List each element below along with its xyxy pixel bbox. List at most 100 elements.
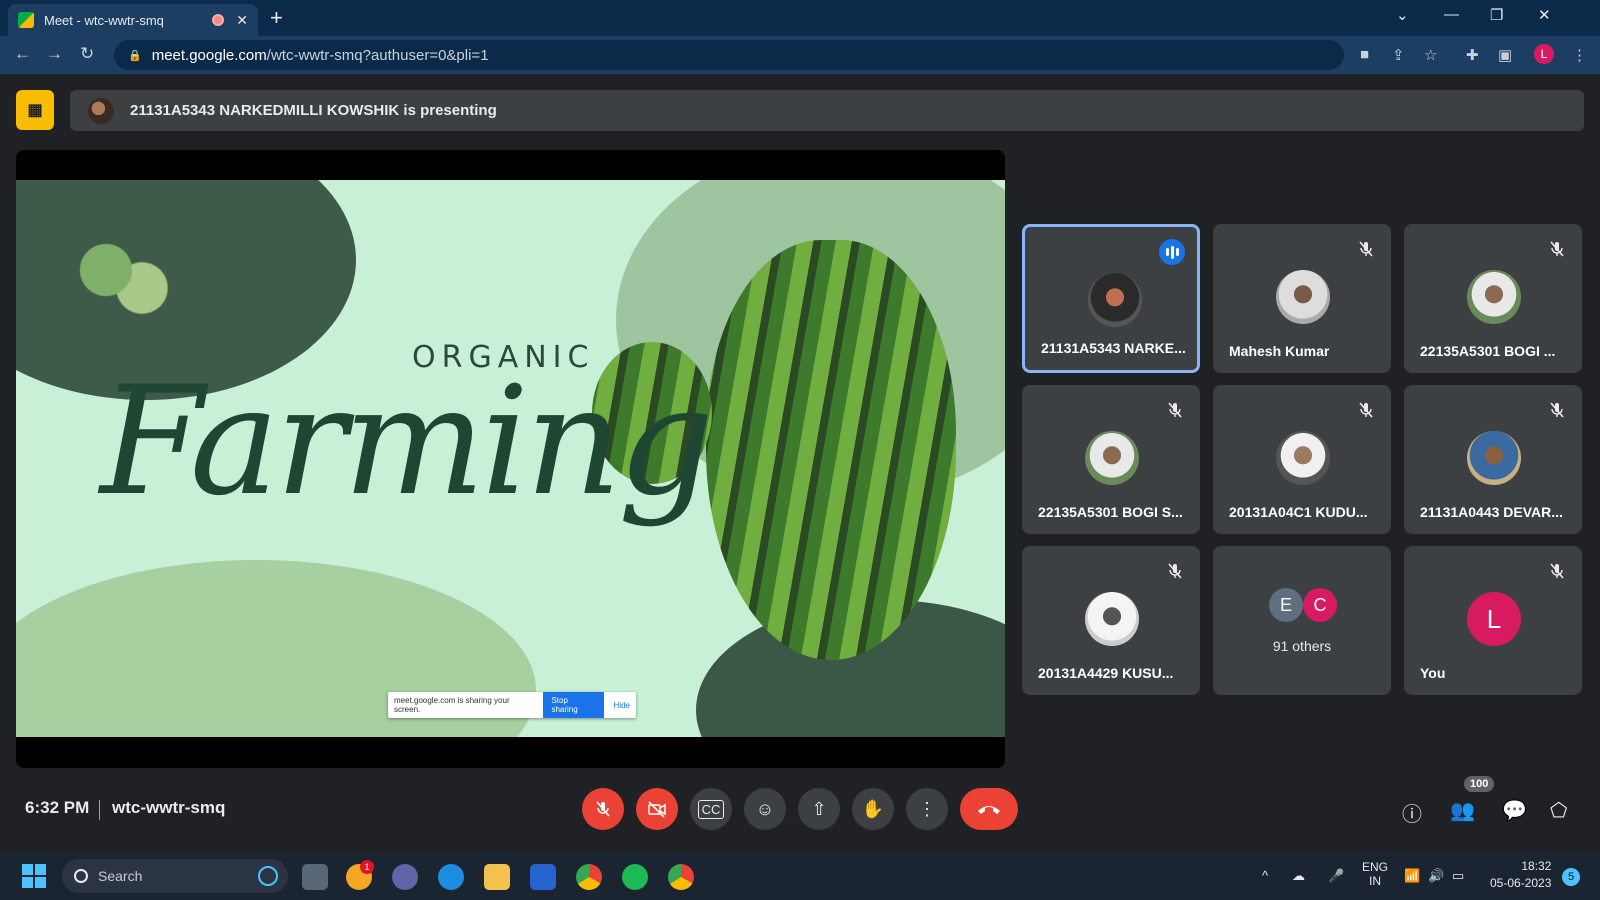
new-tab-button[interactable]: + xyxy=(270,6,283,30)
avatar xyxy=(1085,431,1139,485)
meeting-info-icon[interactable]: ⓘ xyxy=(1402,798,1422,827)
chrome-profile-icon[interactable] xyxy=(668,864,694,890)
meeting-time: 6:32 PM xyxy=(25,798,90,817)
mic-off-icon xyxy=(1550,241,1564,257)
spotify-icon[interactable] xyxy=(622,864,648,890)
lock-icon: 🔒 xyxy=(128,49,142,62)
bing-icon[interactable] xyxy=(258,866,278,886)
close-tab-icon[interactable]: ✕ xyxy=(236,12,248,29)
app-badge: 1 xyxy=(360,860,374,874)
hide-button[interactable]: Hide xyxy=(614,701,630,710)
avatar: C xyxy=(1303,588,1337,622)
extensions-icon[interactable]: ✚ xyxy=(1466,46,1479,64)
reload-icon[interactable]: ↻ xyxy=(80,44,94,64)
browser-menu-icon[interactable]: ⋮ xyxy=(1572,46,1587,64)
back-icon[interactable]: ← xyxy=(14,44,31,64)
shared-slide: ORGANIC Farming meet.google.com is shari… xyxy=(16,180,1005,737)
activities-icon[interactable]: ⬠ xyxy=(1550,798,1567,823)
participant-tile[interactable]: 20131A04C1 KUDU... xyxy=(1213,385,1391,534)
present-now-button[interactable]: ⇧ xyxy=(798,788,840,830)
mic-off-icon xyxy=(1359,241,1373,257)
participant-tile[interactable]: Mahesh Kumar xyxy=(1213,224,1391,373)
forward-icon[interactable]: → xyxy=(46,44,63,64)
onedrive-icon[interactable]: ☁ xyxy=(1292,868,1305,884)
slide-field-photo xyxy=(706,240,956,660)
presentation-stage: ORGANIC Farming meet.google.com is shari… xyxy=(16,150,1005,768)
wifi-icon[interactable]: 📶 xyxy=(1404,868,1420,884)
divider xyxy=(99,800,100,820)
start-button[interactable] xyxy=(22,864,46,888)
participant-tile[interactable]: 21131A0443 DEVAR... xyxy=(1404,385,1582,534)
language-indicator[interactable]: ENG IN xyxy=(1362,860,1388,888)
avatar xyxy=(1467,270,1521,324)
meet-favicon-icon xyxy=(18,12,34,28)
reactions-button[interactable]: ☺ xyxy=(744,788,786,830)
hang-up-icon xyxy=(978,806,1000,814)
mic-off-icon xyxy=(596,801,610,817)
leave-call-button[interactable] xyxy=(960,788,1018,830)
recording-indicator-icon xyxy=(212,14,225,26)
battery-icon[interactable]: ▭ xyxy=(1452,868,1464,884)
edge-icon[interactable] xyxy=(438,864,464,890)
show-hidden-icons[interactable]: ^ xyxy=(1262,868,1268,883)
presentation-icon[interactable]: ▦ xyxy=(16,90,54,130)
url-text: meet.google.com/wtc-wwtr-smq?authuser=0&… xyxy=(151,46,489,64)
participant-name: 22135A5301 BOGI S... xyxy=(1038,504,1183,520)
share-notice-text: meet.google.com is sharing your screen. xyxy=(394,696,510,714)
more-options-button[interactable]: ⋮ xyxy=(906,788,948,830)
participant-tile[interactable]: 22135A5301 BOGI ... xyxy=(1404,224,1582,373)
mic-toggle-button[interactable] xyxy=(582,788,624,830)
people-icon[interactable]: 👥 xyxy=(1450,798,1475,823)
camera-in-use-icon[interactable]: ■ xyxy=(1360,46,1369,63)
participant-name: 21131A0443 DEVAR... xyxy=(1420,504,1563,520)
mic-off-icon xyxy=(1168,402,1182,418)
participant-name: You xyxy=(1420,665,1446,681)
raise-hand-button[interactable]: ✋ xyxy=(852,788,894,830)
chat-icon[interactable]: 💬 xyxy=(1502,798,1527,823)
stop-sharing-button[interactable]: Stop sharing xyxy=(543,692,604,718)
presenting-text: 21131A5343 NARKEDMILLI KOWSHIK is presen… xyxy=(130,102,497,119)
restore-button[interactable]: ❐ xyxy=(1490,6,1503,24)
omnibox[interactable]: 🔒 meet.google.com/wtc-wwtr-smq?authuser=… xyxy=(114,40,1344,70)
captions-icon: CC xyxy=(697,799,725,819)
participant-tile[interactable]: 21131A5343 NARKE... xyxy=(1022,224,1200,373)
participant-count-badge: 100 xyxy=(1464,776,1495,792)
camera-toggle-button[interactable] xyxy=(636,788,678,830)
others-tile[interactable]: E C 91 others xyxy=(1213,546,1391,695)
volume-icon[interactable]: 🔊 xyxy=(1428,868,1444,884)
participant-tile[interactable]: 22135A5301 BOGI S... xyxy=(1022,385,1200,534)
meeting-code: wtc-wwtr-smq xyxy=(112,798,226,817)
participant-name: 22135A5301 BOGI ... xyxy=(1420,343,1556,359)
address-toolbar: ← → ↻ 🔒 meet.google.com/wtc-wwtr-smq?aut… xyxy=(0,36,1600,74)
presenter-avatar xyxy=(88,97,114,124)
participant-tile[interactable]: 20131A4429 KUSU... xyxy=(1022,546,1200,695)
avatar: L xyxy=(1467,592,1521,646)
avatar xyxy=(1276,431,1330,485)
profile-avatar[interactable]: L xyxy=(1534,44,1554,64)
microphone-icon[interactable]: 🎤 xyxy=(1328,868,1344,884)
slide-title: Farming xyxy=(100,355,714,529)
task-view-icon[interactable] xyxy=(302,864,328,890)
system-clock[interactable]: 18:32 05-06-2023 xyxy=(1490,858,1551,892)
participant-name: 20131A4429 KUSU... xyxy=(1038,665,1174,681)
more-vert-icon: ⋮ xyxy=(918,798,936,819)
self-tile[interactable]: L You xyxy=(1404,546,1582,695)
bookmark-star-icon[interactable]: ☆ xyxy=(1424,46,1437,64)
minimize-button[interactable]: — xyxy=(1444,6,1459,23)
tab-search-icon[interactable]: ⌄ xyxy=(1396,6,1409,24)
notification-badge[interactable]: 5 xyxy=(1562,868,1580,886)
avatar xyxy=(1467,431,1521,485)
close-window-button[interactable]: ✕ xyxy=(1538,6,1551,24)
teams-chat-icon[interactable] xyxy=(392,864,418,890)
taskbar-search[interactable]: Search xyxy=(62,859,288,893)
avatar: E xyxy=(1269,588,1303,622)
avatar xyxy=(1088,273,1142,327)
chrome-icon[interactable] xyxy=(576,864,602,890)
side-panel-icon[interactable]: ▣ xyxy=(1498,46,1512,64)
browser-tab[interactable]: Meet - wtc-wwtr-smq ✕ xyxy=(8,4,258,36)
captions-button[interactable]: CC xyxy=(690,788,732,830)
file-explorer-icon[interactable] xyxy=(484,864,510,890)
todo-icon[interactable] xyxy=(530,864,556,890)
present-screen-icon: ⇧ xyxy=(811,798,827,819)
share-icon[interactable]: ⇪ xyxy=(1392,46,1405,64)
